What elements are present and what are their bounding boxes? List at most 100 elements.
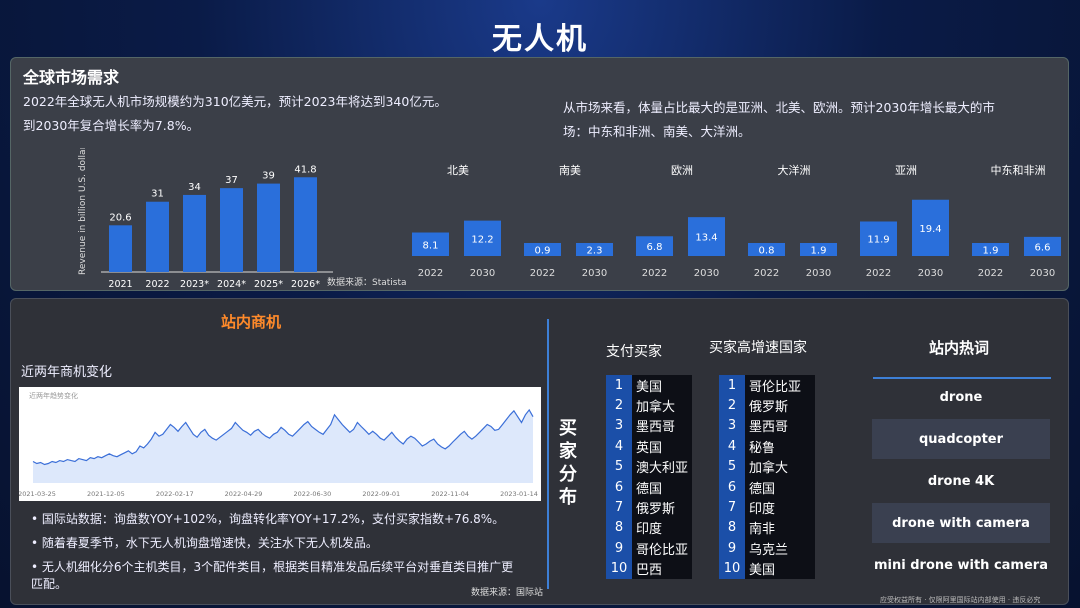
rank-number: 8: [719, 517, 745, 539]
rank-country: 印度: [636, 522, 663, 538]
hot-keyword-item[interactable]: drone 4K: [872, 461, 1050, 501]
rank-row: 2 俄罗斯: [719, 395, 815, 416]
region-bar-label: 11.9: [867, 235, 889, 246]
rank-country: 美国: [749, 563, 776, 579]
rank-number: 6: [606, 476, 632, 498]
trend-x-tick: 2022-02-17: [156, 490, 194, 498]
revenue-bar: [183, 194, 206, 272]
rank-number: 10: [606, 558, 632, 579]
region-year-tick: 2022: [530, 268, 555, 279]
rank-number: 6: [719, 476, 745, 498]
trend-line-chart: 近两年趋势变化 2021-03-25 2021-12-05 2022-02-17 202…: [19, 387, 541, 501]
hot-keyword-item[interactable]: quadcopter: [872, 419, 1050, 459]
buyer-label-char: 买: [559, 418, 577, 439]
market-desc-line2: 到2030年复合增长率为7.8%。: [23, 118, 200, 133]
revenue-bar-label: 34: [188, 182, 201, 193]
market-desc-line1: 2022年全球无人机市场规模约为310亿美元，预计2023年将达到340亿元。: [23, 94, 447, 109]
rank-country: 加拿大: [749, 461, 789, 477]
region-desc-line2: 场：中东和非洲、南美、大洋洲。: [563, 124, 751, 139]
region-year-tick: 2030: [1030, 268, 1055, 279]
region-bar-label: 19.4: [919, 224, 941, 235]
revenue-bar-label: 37: [225, 175, 238, 186]
trend-chart-heading: 近两年商机变化: [21, 365, 113, 380]
rank-number: 9: [606, 538, 632, 559]
rank-row: 5 加拿大: [719, 456, 815, 477]
rank-row: 6 德国: [606, 476, 692, 498]
rank-country: 英国: [636, 440, 663, 456]
rank-row: 9 乌克兰: [719, 538, 815, 559]
rank-number: 8: [606, 517, 632, 539]
region-bar-label: 0.9: [535, 246, 551, 257]
rank-country: 南非: [749, 522, 776, 538]
rank-number: 5: [719, 456, 745, 477]
buyer-label-char: 布: [559, 487, 577, 508]
revenue-x-tick: 2021: [108, 279, 132, 290]
rank-number: 1: [719, 375, 745, 396]
region-bar-chart: 北美 8.1 2022 12.2 2030 南美 0.9 2022 2.3 2030 欧洲 6.8 20…: [412, 163, 1061, 279]
hot-keyword-item[interactable]: drone: [872, 377, 1050, 417]
rank-row: 3 墨西哥: [606, 415, 692, 437]
region-bar-label: 6.8: [647, 242, 663, 253]
high-growth-list: 1 哥伦比亚 2 俄罗斯 3 墨西哥 4 秘鲁 5 加拿大 6 德国 7 印度 8 南非 9 乌克兰 10 美国: [719, 375, 815, 579]
region-name: 南美: [559, 164, 581, 177]
rank-country: 巴西: [636, 563, 663, 579]
buyer-label-char: 家: [559, 441, 577, 462]
buyer-label-char: 分: [559, 464, 577, 485]
region-bar-label: 12.2: [471, 234, 493, 245]
revenue-source: 数据来源：Statista: [327, 278, 407, 288]
rank-row: 8 印度: [606, 517, 692, 539]
rank-country: 印度: [749, 502, 776, 518]
region-bar-label: 1.9: [983, 246, 999, 257]
rank-country: 澳大利亚: [636, 461, 689, 477]
trend-x-tick: 2023-01-14: [500, 490, 538, 498]
rank-country: 加拿大: [636, 400, 676, 416]
region-year-tick: 2022: [978, 268, 1003, 279]
hot-keyword-item[interactable]: mini drone with camera: [872, 545, 1050, 585]
revenue-bar: [220, 188, 243, 272]
revenue-bar: [146, 201, 169, 272]
region-bar-label: 0.8: [759, 246, 775, 257]
hot-keyword-item[interactable]: drone with camera: [872, 503, 1050, 543]
rank-country: 哥伦比亚: [749, 379, 802, 395]
market-demand-title: 全球市场需求: [23, 68, 120, 87]
rank-row: 6 德国: [719, 476, 815, 498]
paying-buyers-title: 支付买家: [606, 344, 662, 360]
region-year-tick: 2030: [470, 268, 495, 279]
rank-row: 4 英国: [606, 436, 692, 457]
rank-number: 2: [719, 395, 745, 416]
rank-number: 7: [719, 497, 745, 518]
trend-x-tick: 2022-04-29: [225, 490, 263, 498]
revenue-bar: [109, 225, 132, 272]
bullet-item: • 无人机细化分6个主机类目，3个配件类目，根据类目精准发品后续平台对垂直类目推…: [31, 560, 514, 591]
rank-number: 4: [719, 436, 745, 457]
trend-inner-title: 近两年趋势变化: [29, 391, 78, 400]
rank-row: 7 俄罗斯: [606, 497, 692, 518]
rank-number: 7: [606, 497, 632, 518]
region-name: 中东和非洲: [991, 164, 1046, 177]
revenue-bar-label: 41.8: [294, 164, 316, 175]
region-year-tick: 2030: [806, 268, 831, 279]
revenue-x-tick: 2022: [145, 279, 169, 290]
rank-country: 秘鲁: [749, 440, 776, 456]
buyer-distribution-label: 买家分布: [557, 417, 579, 509]
rank-country: 俄罗斯: [749, 400, 789, 416]
divider: [547, 319, 549, 589]
region-year-tick: 2022: [866, 268, 891, 279]
rank-number: 3: [606, 415, 632, 437]
trend-x-tick: 2022-11-04: [431, 490, 469, 498]
revenue-bar: [294, 177, 317, 272]
onsite-source: 数据来源：国际站: [471, 588, 544, 598]
revenue-bar: [257, 183, 280, 272]
revenue-x-tick: 2026*: [291, 279, 320, 290]
onsite-opportunity-title: 站内商机: [221, 313, 282, 331]
region-bar-label: 8.1: [423, 240, 439, 251]
rank-row: 10 美国: [719, 558, 815, 579]
region-year-tick: 2022: [754, 268, 779, 279]
region-year-tick: 2030: [582, 268, 607, 279]
trend-area: [33, 409, 533, 483]
paying-buyers-list: 1 美国 2 加拿大 3 墨西哥 4 英国 5 澳大利亚 6 德国 7 俄罗斯 8 印度 9 哥伦比亚 10 巴西: [606, 375, 692, 579]
rank-number: 10: [719, 558, 745, 579]
revenue-x-tick: 2023*: [180, 279, 209, 290]
revenue-x-tick: 2024*: [217, 279, 246, 290]
region-name: 北美: [447, 164, 469, 177]
